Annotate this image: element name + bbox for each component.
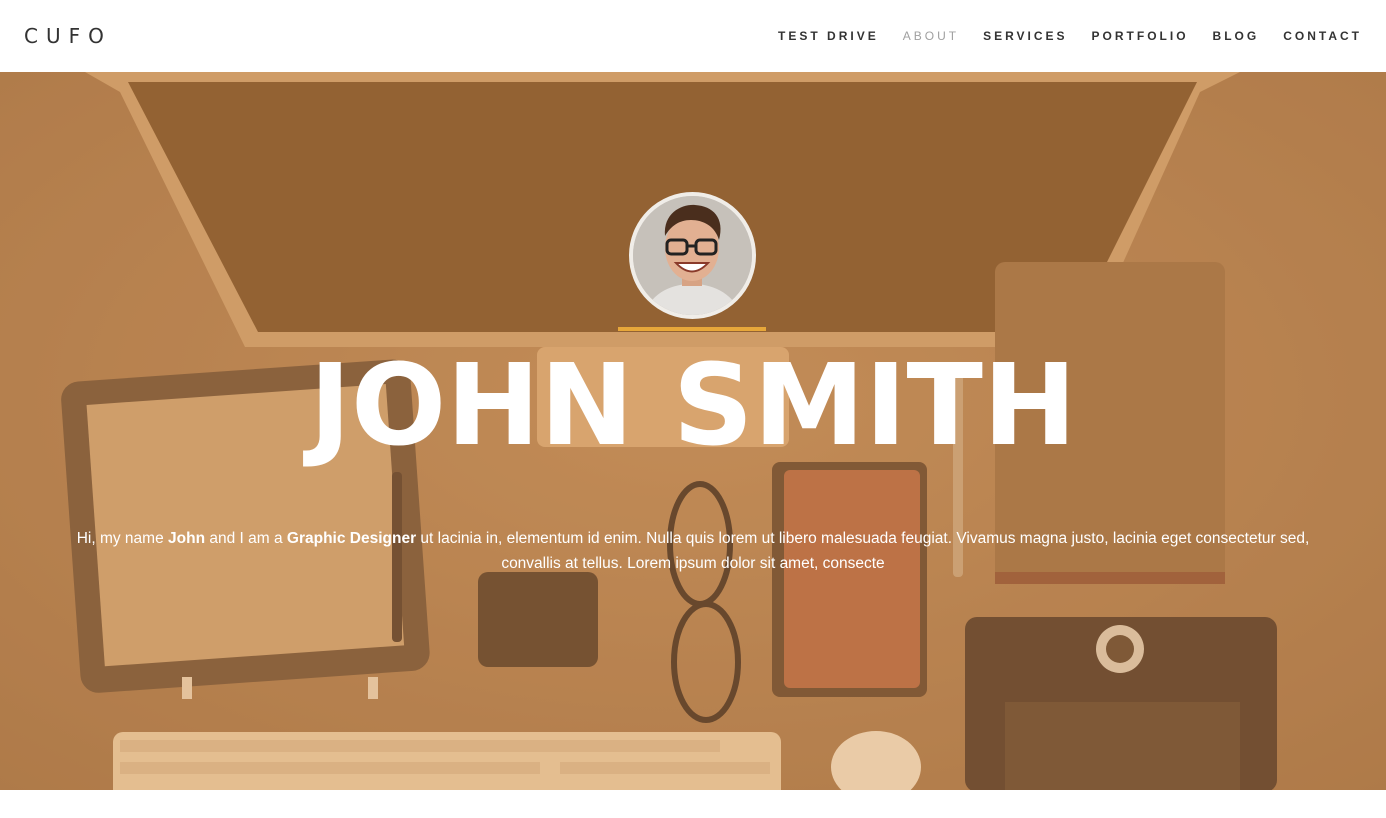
hero-bio-text: Hi, my name John and I am a Graphic Desi… (70, 526, 1316, 576)
bio-middle: and I am a (205, 530, 287, 547)
site-logo[interactable]: CUFO (24, 24, 112, 48)
avatar-portrait-image (633, 196, 752, 315)
nav-blog[interactable]: BLOG (1213, 29, 1260, 43)
hero-section: JOHN SMITH Hi, my name John and I am a G… (0, 72, 1386, 790)
avatar-accent-underline (618, 327, 766, 331)
bio-intro: Hi, my name (76, 530, 169, 547)
profile-avatar (629, 192, 756, 319)
bio-first-name: John (168, 530, 206, 547)
nav-about[interactable]: ABOUT (903, 29, 959, 43)
nav-portfolio[interactable]: PORTFOLIO (1092, 29, 1189, 43)
main-nav: TEST DRIVE ABOUT SERVICES PORTFOLIO BLOG… (778, 29, 1362, 43)
nav-contact[interactable]: CONTACT (1283, 29, 1362, 43)
nav-services[interactable]: SERVICES (983, 29, 1067, 43)
site-header: CUFO TEST DRIVE ABOUT SERVICES PORTFOLIO… (0, 0, 1386, 72)
bio-rest: ut lacinia in, elementum id enim. Nulla … (416, 530, 1310, 572)
hero-name-heading: JOHN SMITH (309, 341, 1077, 471)
nav-test-drive[interactable]: TEST DRIVE (778, 29, 879, 43)
bio-role: Graphic Designer (286, 530, 417, 547)
